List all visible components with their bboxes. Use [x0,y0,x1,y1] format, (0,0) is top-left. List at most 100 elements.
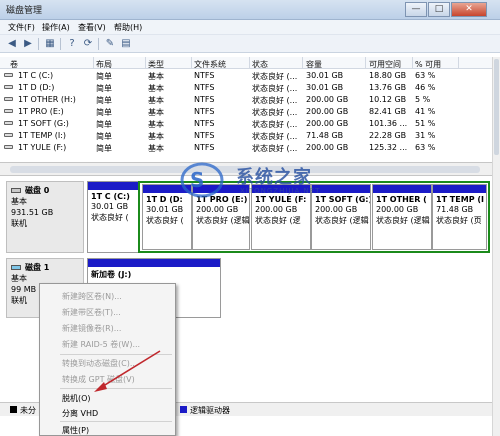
volume-list: 1T C (C:) 简单 基本 NTFS 状态良好 (... 30.01 GB … [0,69,492,159]
volume-free-space: 10.12 GB [369,95,407,104]
drive-icon [4,133,13,137]
watermark: S 系统之家 XITONGZHIJIA.NET [180,160,360,200]
context-menu: 新建跨区卷(N)... 新建带区卷(T)... 新建镜像卷(R)... 新建 R… [39,283,176,436]
menu-help[interactable]: 帮助(H) [114,22,142,33]
forward-icon[interactable]: ▶ [21,37,35,50]
scrollbar-thumb[interactable] [494,59,499,155]
legend-swatch-unallocated [10,406,17,413]
partition-size: 30.01 GB [146,205,184,214]
volume-filesystem: NTFS [194,119,215,128]
partition-status: 状态良好 (逻辑 [196,216,250,225]
menu-item-new-mirrored: 新建镜像卷(R)... [62,324,122,333]
volume-filesystem: NTFS [194,107,215,116]
drive-icon [4,85,13,89]
volume-capacity: 200.00 GB [306,143,349,152]
table-row[interactable]: 1T YULE (F:) 简单 基本 NTFS 状态良好 (... 200.00… [0,141,492,153]
drive-icon [4,73,13,77]
menu-item-convert-gpt: 转换成 GPT 磁盘(V) [62,375,135,384]
settings-icon[interactable]: ✎ [103,37,117,50]
close-button[interactable]: ✕ [451,2,487,17]
title-bar: 磁盘管理 — □ ✕ [0,0,500,20]
window-title: 磁盘管理 [6,6,43,16]
volume-percent-free: 63 % [415,71,436,80]
volume-filesystem: NTFS [194,95,215,104]
partition-size: 200.00 GB [255,205,298,214]
menu-action[interactable]: 操作(A) [42,22,70,33]
watermark-logo-icon: S [180,162,224,198]
minimize-button[interactable]: — [405,2,427,17]
table-row[interactable]: 1T OTHER (H:) 简单 基本 NTFS 状态良好 (... 200.0… [0,93,492,105]
maximize-button[interactable]: □ [428,2,450,17]
refresh-icon[interactable]: ⟳ [81,37,95,50]
partition-status: 状态良好 (页 [436,216,482,225]
volume-layout: 简单 [96,144,112,153]
drive-icon [4,109,13,113]
volume-name: 1T YULE (F:) [18,143,67,152]
view-icon[interactable]: ▤ [119,37,133,50]
partition-size: 71.48 GB [436,205,474,214]
disk-title: 磁盘 0 [25,186,50,195]
properties-icon[interactable]: ▦ [43,37,57,50]
back-icon[interactable]: ◀ [5,37,19,50]
partition-size: 200.00 GB [315,205,358,214]
partition-bar [88,259,220,267]
drive-icon [4,145,13,149]
vertical-scrollbar[interactable] [492,57,500,436]
menu-file[interactable]: 文件(F) [8,22,35,33]
menu-item-offline[interactable]: 脱机(O) [62,393,91,404]
partition-status: 状态良好 (逻 [255,216,301,225]
volume-percent-free: 41 % [415,107,436,116]
partition-size: 200.00 GB [376,205,419,214]
partition-name: 新加卷 (J:) [91,270,132,279]
menu-item-properties[interactable]: 属性(P) [62,425,89,436]
menu-item-convert-dynamic: 转换到动态磁盘(C)... [62,359,138,368]
menu-bar: 文件(F) 操作(A) 查看(V) 帮助(H) [0,20,500,35]
table-row[interactable]: 1T TEMP (I:) 简单 基本 NTFS 状态良好 (... 71.48 … [0,129,492,141]
help-icon[interactable]: ? [65,37,79,50]
partition-name: 1T OTHER ( [376,195,427,204]
partition-size: 200.00 GB [196,205,239,214]
volume-name: 1T OTHER (H:) [18,95,76,104]
menu-item-detach-vhd[interactable]: 分离 VHD [62,408,98,419]
partition-c[interactable]: 1T C (C:) 30.01 GB 状态良好 ( [87,181,139,253]
volume-filesystem: NTFS [194,83,215,92]
volume-percent-free: 51 % [415,119,436,128]
volume-percent-free: 63 % [415,143,436,152]
table-row[interactable]: 1T C (C:) 简单 基本 NTFS 状态良好 (... 30.01 GB … [0,69,492,81]
volume-table-header: 卷 布局 类型 文件系统 状态 容量 可用空间 % 可用 [0,57,492,69]
partition-i[interactable]: 1T TEMP (I 71.48 GB 状态良好 (页 [432,184,487,250]
volume-name: 1T D (D:) [18,83,55,92]
watermark-url: XITONGZHIJIA.NET [240,187,321,195]
table-row[interactable]: 1T D (D:) 简单 基本 NTFS 状态良好 (... 30.01 GB … [0,81,492,93]
volume-free-space: 101.36 ... [369,119,408,128]
volume-percent-free: 31 % [415,131,436,140]
disk-type: 基本 [11,197,27,206]
volume-capacity: 71.48 GB [306,131,344,140]
volume-percent-free: 46 % [415,83,436,92]
volume-capacity: 30.01 GB [306,83,344,92]
disk-icon [11,188,21,193]
volume-capacity: 200.00 GB [306,95,349,104]
partition-status: 状态良好 (逻辑 [315,216,369,225]
partition-bar [433,185,486,193]
table-row[interactable]: 1T PRO (E:) 简单 基本 NTFS 状态良好 (... 200.00 … [0,105,492,117]
partition-h[interactable]: 1T OTHER ( 200.00 GB 状态良好 (逻辑 [372,184,432,250]
volume-filesystem: NTFS [194,143,215,152]
disk-0-label[interactable]: 磁盘 0 基本 931.51 GB 联机 [6,181,84,253]
table-row[interactable]: 1T SOFT (G:) 简单 基本 NTFS 状态良好 (... 200.00… [0,117,492,129]
toolbar-separator [60,38,61,50]
volume-free-space: 18.80 GB [369,71,407,80]
volume-status: 状态良好 (... [252,144,298,153]
partition-bar [88,182,138,190]
volume-name: 1T TEMP (I:) [18,131,67,140]
volume-capacity: 200.00 GB [306,107,349,116]
volume-free-space: 22.28 GB [369,131,407,140]
partition-size: 30.01 GB [91,202,129,211]
volume-filesystem: NTFS [194,131,215,140]
volume-type: 基本 [148,144,164,153]
toolbar-separator [98,38,99,50]
drive-icon [4,121,13,125]
volume-filesystem: NTFS [194,71,215,80]
disk-status: 联机 [11,219,27,228]
menu-view[interactable]: 查看(V) [78,22,106,33]
